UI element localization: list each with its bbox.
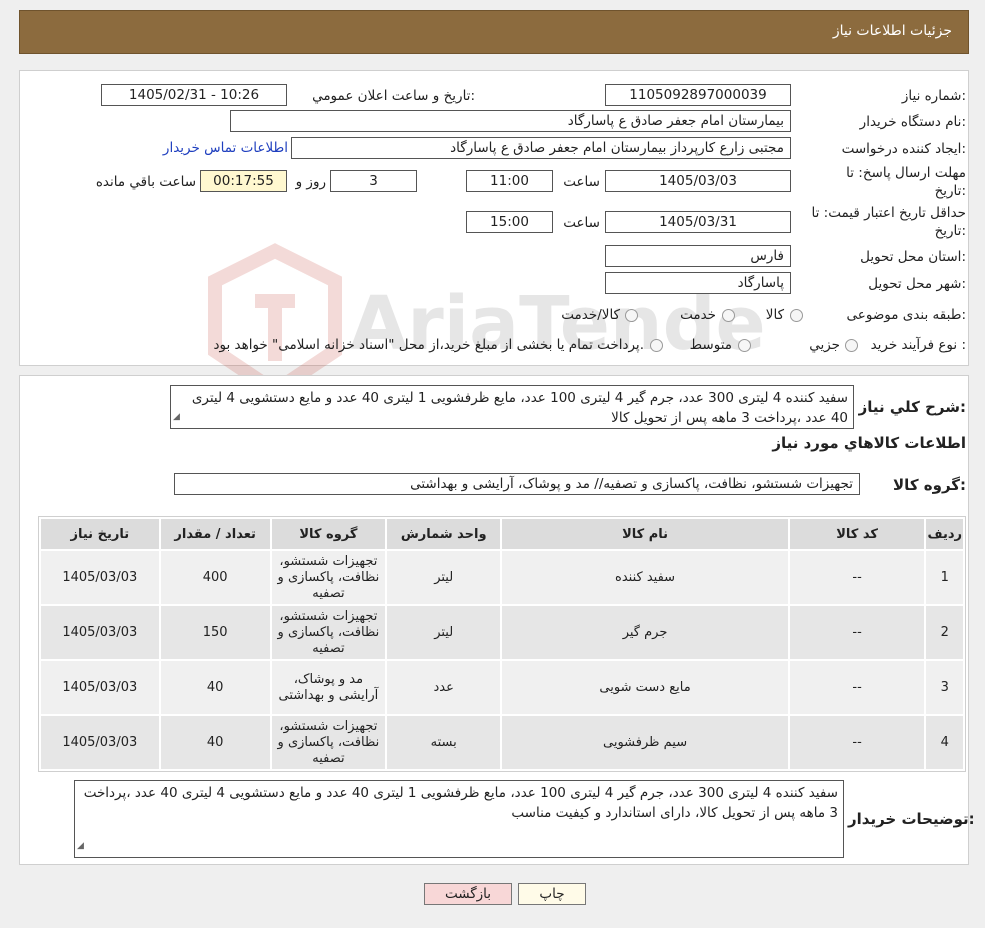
cell-group: تجهیزات شستشو، نظافت، پاکسازی و تصفیه <box>271 606 386 659</box>
table-row: 4 -- سیم ظرفشویی بسته تجهیزات شستشو، نظا… <box>41 716 963 769</box>
cell-date: 1405/03/03 <box>41 661 159 714</box>
deadline-date-field: 1405/03/03 <box>605 170 791 192</box>
cell-row: 2 <box>926 606 963 659</box>
items-table: ردیف کد کالا نام کالا واحد شمارش گروه کا… <box>39 517 965 771</box>
cell-unit: بسته <box>387 716 501 769</box>
deadline-label-2: تاریخ: <box>934 183 966 199</box>
category-option-goods: کالا <box>765 307 784 323</box>
category-option-service: خدمت <box>680 307 716 323</box>
cell-unit: لیتر <box>387 606 501 659</box>
city-field: پاسارگاد <box>605 272 791 294</box>
deadline-label: مهلت ارسال پاسخ: تا <box>846 165 966 181</box>
cell-group: مد و پوشاک، آرایشی و بهداشتی <box>271 661 386 714</box>
table-row: 1 -- سفید کننده لیتر تجهیزات شستشو، نظاف… <box>41 551 963 604</box>
group-field: تجهیزات شستشو، نظافت، پاکسازی و تصفیه// … <box>174 473 860 495</box>
cell-date: 1405/03/03 <box>41 551 159 604</box>
cell-row: 4 <box>926 716 963 769</box>
process-radio-minor[interactable] <box>845 339 858 352</box>
page-title: جزئیات اطلاعات نیاز <box>832 23 952 39</box>
need-number-field: 1105092897000039 <box>605 84 791 106</box>
announce-field: 1405/02/31 - 10:26 <box>101 84 287 106</box>
process-radio-medium[interactable] <box>738 339 751 352</box>
buyer-notes-text: سفید کننده 4 لیتری 300 عدد، جرم گیر 4 لی… <box>83 785 838 821</box>
col-date-header: تاریخ نیاز <box>41 519 159 549</box>
items-table-container: ردیف کد کالا نام کالا واحد شمارش گروه کا… <box>38 516 966 772</box>
resize-grip-icon[interactable]: ◢ <box>77 836 84 856</box>
page-header: جزئیات اطلاعات نیاز <box>19 10 969 54</box>
cell-name: جرم گیر <box>502 606 788 659</box>
table-row: 2 -- جرم گیر لیتر تجهیزات شستشو، نظافت، … <box>41 606 963 659</box>
cell-code: -- <box>789 661 925 714</box>
remaining-label: ساعت باقي مانده <box>95 174 196 190</box>
buyer-org-field: بیمارستان امام جعفر صادق ع پاسارگاد <box>230 110 791 132</box>
cell-date: 1405/03/03 <box>41 606 159 659</box>
cell-unit: لیتر <box>387 551 501 604</box>
cell-qty: 40 <box>160 716 270 769</box>
group-label: گروه کالا: <box>893 476 966 494</box>
cell-date: 1405/03/03 <box>41 716 159 769</box>
cell-group: تجهیزات شستشو، نظافت، پاکسازی و تصفیه <box>271 716 386 769</box>
validity-time-label: ساعت <box>563 215 600 231</box>
category-label: طبقه بندی موضوعی: <box>846 307 966 323</box>
province-field: فارس <box>605 245 791 267</box>
need-number-label: شماره نیاز: <box>901 88 966 104</box>
col-row-header: ردیف <box>926 519 963 549</box>
announce-label: تاریخ و ساعت اعلان عمومي: <box>312 88 475 104</box>
creator-label: ایجاد کننده درخواست: <box>841 141 966 157</box>
contact-info-link[interactable]: اطلاعات تماس خریدار <box>150 140 288 156</box>
items-heading: اطلاعات کالاهاي مورد نیاز <box>772 434 966 452</box>
city-label: شهر محل تحویل: <box>868 276 966 292</box>
days-label: روز و <box>295 174 326 190</box>
cell-unit: عدد <box>387 661 501 714</box>
province-label: استان محل تحویل: <box>860 249 966 265</box>
print-button[interactable]: چاپ <box>518 883 586 905</box>
col-unit-header: واحد شمارش <box>387 519 501 549</box>
cell-qty: 150 <box>160 606 270 659</box>
col-qty-header: تعداد / مقدار <box>160 519 270 549</box>
back-button[interactable]: بازگشت <box>424 883 512 905</box>
cell-code: -- <box>789 716 925 769</box>
cell-code: -- <box>789 606 925 659</box>
col-name-header: نام کالا <box>502 519 788 549</box>
category-option-both: کالا/خدمت <box>561 307 620 323</box>
cell-name: سیم ظرفشویی <box>502 716 788 769</box>
cell-qty: 400 <box>160 551 270 604</box>
col-code-header: کد کالا <box>789 519 925 549</box>
validity-label-2: تاریخ: <box>934 223 966 239</box>
summary-text: سفید کننده 4 لیتری 300 عدد، جرم گیر 4 لی… <box>191 390 848 426</box>
summary-textarea: سفید کننده 4 لیتری 300 عدد، جرم گیر 4 لی… <box>170 385 854 429</box>
table-header-row: ردیف کد کالا نام کالا واحد شمارش گروه کا… <box>41 519 963 549</box>
buyer-notes-label: توضیحات خریدار: <box>848 810 975 828</box>
validity-label: حداقل تاریخ اعتبار قیمت: تا <box>811 205 966 221</box>
buyer-notes-textarea: سفید کننده 4 لیتری 300 عدد، جرم گیر 4 لی… <box>74 780 844 858</box>
deadline-time-label: ساعت <box>563 174 600 190</box>
process-option-medium: متوسط <box>689 337 732 353</box>
category-radio-goods[interactable] <box>790 309 803 322</box>
validity-date-field: 1405/03/31 <box>605 211 791 233</box>
process-option-minor: جزیي <box>809 337 840 353</box>
category-radio-both[interactable] <box>625 309 638 322</box>
remaining-time-field: 00:17:55 <box>200 170 287 192</box>
creator-field: مجتبی زارع کارپرداز بیمارستان امام جعفر … <box>291 137 791 159</box>
validity-time-field: 15:00 <box>466 211 553 233</box>
deadline-time-field: 11:00 <box>466 170 553 192</box>
buyer-org-label: نام دستگاه خریدار: <box>859 114 966 130</box>
summary-label: شرح کلي نیاز: <box>858 398 966 416</box>
cell-code: -- <box>789 551 925 604</box>
cell-row: 3 <box>926 661 963 714</box>
col-group-header: گروه کالا <box>271 519 386 549</box>
resize-grip-icon[interactable]: ◢ <box>173 407 180 427</box>
process-note: پرداخت تمام یا بخشی از مبلغ خرید،از محل … <box>213 337 644 353</box>
cell-qty: 40 <box>160 661 270 714</box>
process-checkbox-treasury[interactable] <box>650 339 663 352</box>
process-label: نوع فرآیند خرید : <box>870 337 966 353</box>
category-radio-service[interactable] <box>722 309 735 322</box>
cell-group: تجهیزات شستشو، نظافت، پاکسازی و تصفیه <box>271 551 386 604</box>
cell-name: مایع دست شویی <box>502 661 788 714</box>
cell-name: سفید کننده <box>502 551 788 604</box>
days-field: 3 <box>330 170 417 192</box>
table-row: 3 -- مایع دست شویی عدد مد و پوشاک، آرایش… <box>41 661 963 714</box>
cell-row: 1 <box>926 551 963 604</box>
